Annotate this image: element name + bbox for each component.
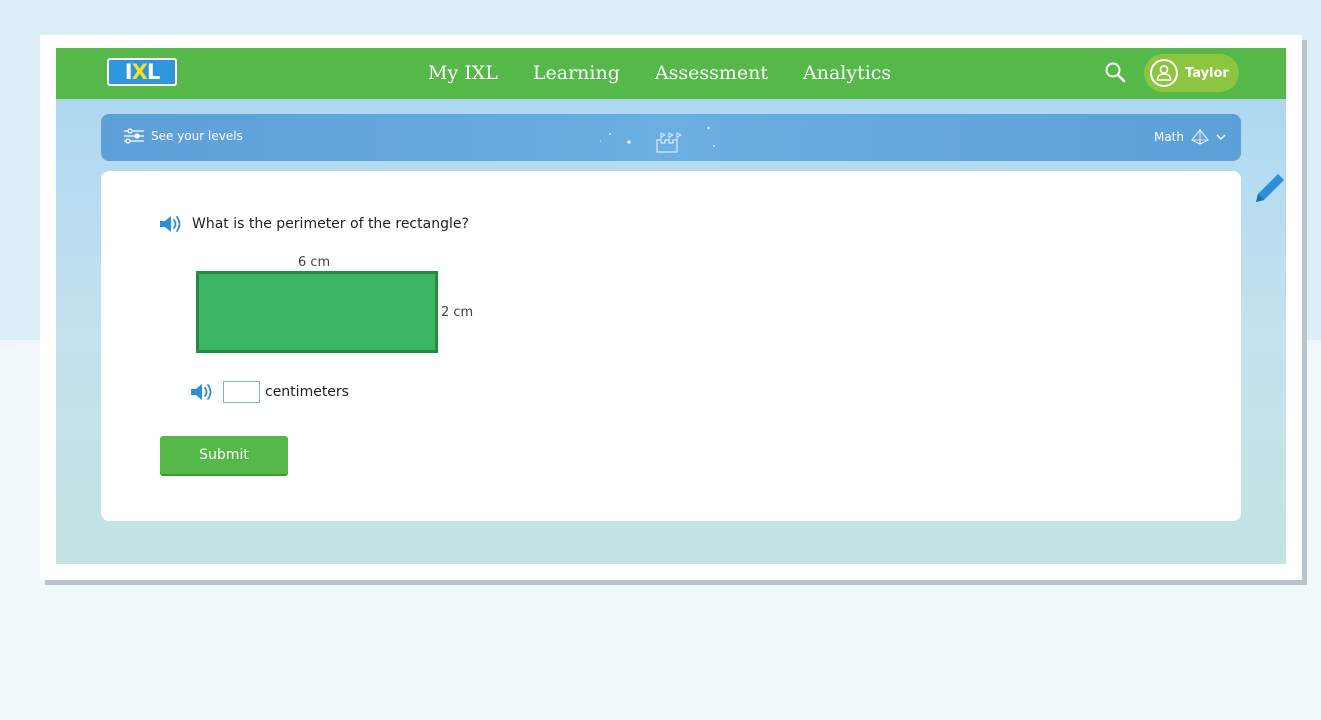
answer-unit-label: centimeters — [265, 384, 349, 400]
question-text: What is the perimeter of the rectangle? — [192, 216, 469, 232]
user-name: Taylor — [1185, 65, 1229, 81]
question-row: What is the perimeter of the rectangle? — [158, 214, 469, 234]
pencil-icon[interactable] — [1250, 172, 1286, 208]
levels-bar: See your levels · Math — [101, 114, 1241, 161]
top-navigation-bar: I X L My IXL Learning Assessment Analyti… — [56, 48, 1286, 99]
nav-analytics[interactable]: Analytics — [803, 59, 891, 89]
answer-input[interactable] — [223, 381, 260, 403]
search-icon[interactable] — [1104, 61, 1126, 83]
answer-row: centimeters — [189, 381, 349, 403]
see-levels-link[interactable]: See your levels — [123, 128, 243, 144]
logo-letter-x: X — [131, 60, 148, 84]
nav-learning[interactable]: Learning — [533, 59, 620, 89]
see-levels-label: See your levels — [151, 129, 243, 143]
main-nav: My IXL Learning Assessment Analytics — [428, 59, 926, 89]
castle-icon: · — [599, 126, 715, 153]
chevron-down-icon — [1216, 134, 1226, 141]
nav-assessment[interactable]: Assessment — [655, 59, 768, 89]
subject-selector[interactable]: Math — [1154, 128, 1227, 146]
ixl-logo[interactable]: I X L — [107, 58, 177, 86]
user-avatar-icon — [1150, 59, 1178, 87]
question-card: What is the perimeter of the rectangle? … — [101, 171, 1241, 521]
submit-button[interactable]: Submit — [160, 436, 288, 474]
speaker-icon[interactable] — [158, 214, 184, 234]
logo-letter-i: I — [124, 60, 133, 84]
app-container: I X L My IXL Learning Assessment Analyti… — [56, 48, 1286, 564]
svg-text:·: · — [599, 137, 602, 147]
user-menu-button[interactable]: Taylor — [1144, 54, 1239, 92]
logo-letter-l: L — [146, 60, 160, 84]
pyramid-icon — [1191, 129, 1209, 145]
levels-sliders-icon — [124, 128, 144, 144]
speaker-icon[interactable] — [189, 382, 215, 402]
rectangle-height-label: 2 cm — [441, 305, 474, 320]
nav-my-ixl[interactable]: My IXL — [428, 59, 498, 89]
rectangle-width-label: 6 cm — [298, 255, 331, 270]
subject-label: Math — [1153, 130, 1184, 144]
rectangle-figure — [196, 271, 438, 353]
